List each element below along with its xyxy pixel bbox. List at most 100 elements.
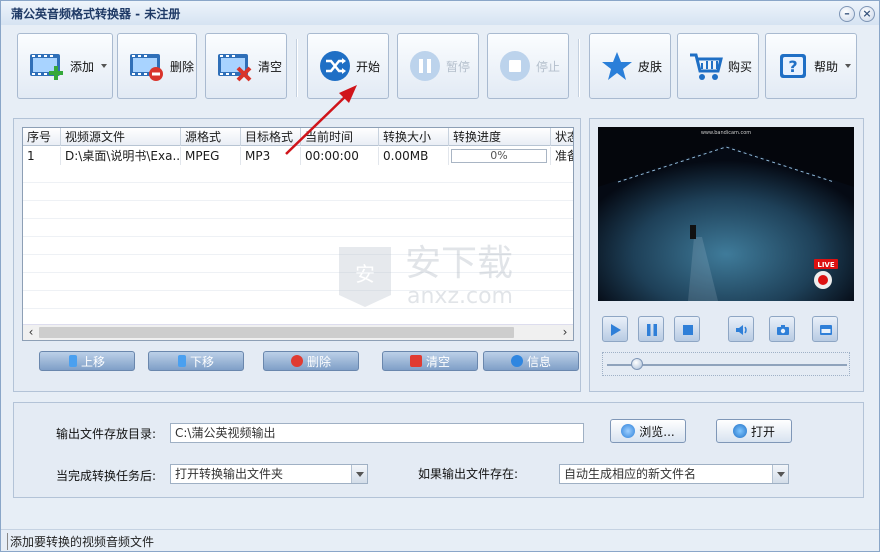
move-down-label: 下移	[189, 354, 214, 369]
skin-button[interactable]: 皮肤	[589, 33, 671, 99]
window-title: 蒲公英音频格式转换器 - 未注册	[11, 7, 181, 21]
file-exists-select[interactable]: 自动生成相应的新文件名	[559, 464, 789, 484]
delete-label: 删除	[170, 59, 195, 74]
start-button[interactable]: 开始	[307, 33, 389, 99]
list-delete-label: 删除	[306, 354, 331, 369]
move-up-button[interactable]: 上移	[39, 351, 135, 371]
chevron-down-icon[interactable]	[101, 64, 107, 68]
info-label: 信息	[526, 354, 551, 369]
browse-icon	[621, 424, 636, 438]
table-row[interactable]: 1 D:\桌面\说明书\Exa... MPEG MP3 00:00:00 0.0…	[23, 147, 573, 165]
seek-slider[interactable]	[602, 352, 850, 376]
help-label: 帮助	[814, 59, 839, 74]
toolbar-divider	[578, 39, 580, 97]
after-task-select[interactable]: 打开转换输出文件夹	[170, 464, 368, 484]
chevron-down-icon[interactable]	[845, 64, 851, 68]
play-button[interactable]	[602, 316, 628, 342]
info-icon	[510, 355, 523, 367]
status-bar: 添加要转换的视频音频文件	[1, 529, 879, 551]
chevron-down-icon[interactable]	[772, 465, 788, 483]
list-delete-button[interactable]: 删除	[263, 351, 359, 371]
column-header[interactable]: 状态	[551, 128, 573, 146]
scroll-left-icon[interactable]: ‹	[23, 325, 39, 340]
column-header[interactable]: 视频源文件	[61, 128, 181, 146]
column-header[interactable]: 源格式	[181, 128, 241, 146]
scroll-thumb[interactable]	[39, 327, 514, 338]
after-task-value: 打开转换输出文件夹	[175, 467, 284, 481]
horizontal-scrollbar[interactable]: ‹ ›	[23, 324, 573, 340]
stop-label: 停止	[536, 59, 561, 74]
toolbar-divider	[296, 39, 298, 97]
browse-label: 浏览...	[639, 424, 675, 439]
move-up-label: 上移	[80, 354, 105, 369]
player-stop-button[interactable]	[674, 316, 700, 342]
column-header[interactable]: 目标格式	[241, 128, 301, 146]
video-frame: www.bandicam.com LIVE	[598, 127, 854, 301]
fullscreen-button[interactable]	[812, 316, 838, 342]
status-text: 添加要转换的视频音频文件	[7, 533, 154, 550]
column-header[interactable]: 转换大小	[379, 128, 449, 146]
add-film-icon	[30, 54, 63, 80]
svg-text:安: 安	[355, 262, 375, 286]
buy-button[interactable]: 购买	[677, 33, 759, 99]
file-exists-label: 如果输出文件存在:	[418, 467, 519, 481]
pause-button[interactable]: 暂停	[397, 33, 479, 99]
pause-label: 暂停	[446, 59, 471, 74]
snapshot-button[interactable]	[769, 316, 795, 342]
video-preview[interactable]: www.bandicam.com LIVE	[598, 127, 854, 301]
stop-icon	[683, 325, 693, 335]
cell-status: 准备	[551, 147, 573, 165]
cell-size: 0.00MB	[379, 147, 449, 165]
help-icon: ?	[780, 54, 806, 78]
help-button[interactable]: ? 帮助	[765, 33, 857, 99]
seek-track	[607, 364, 847, 366]
screen-icon	[820, 325, 832, 335]
film-reel-icon	[732, 424, 747, 438]
live-badge: LIVE	[817, 261, 834, 269]
delete-film-icon	[130, 54, 163, 81]
watermark: 安 安下载 anxz.com	[333, 237, 563, 311]
chevron-down-icon[interactable]	[351, 465, 367, 483]
seek-knob[interactable]	[631, 358, 643, 370]
progress-bar: 0%	[451, 149, 547, 163]
after-task-label: 当完成转换任务后:	[56, 469, 157, 483]
video-caption: www.bandicam.com	[701, 130, 751, 136]
app-window: 蒲公英音频格式转换器 - 未注册 – × 添加 删除 清空 开始 暂停 停止 皮…	[0, 0, 880, 552]
output-settings-panel: 输出文件存放目录: C:\蒲公英视频输出 浏览... 打开 当完成转换任务后: …	[13, 402, 864, 498]
clear-x-icon	[409, 355, 422, 367]
column-header[interactable]: 当前时间	[301, 128, 379, 146]
cell-source: D:\桌面\说明书\Exa...	[61, 147, 181, 165]
open-button[interactable]: 打开	[716, 419, 792, 443]
shuffle-start-icon	[320, 51, 350, 81]
clear-button[interactable]: 清空	[205, 33, 287, 99]
browse-button[interactable]: 浏览...	[610, 419, 686, 443]
list-clear-label: 清空	[425, 354, 450, 369]
close-button[interactable]: ×	[859, 6, 875, 22]
pause-icon	[410, 51, 440, 81]
column-header[interactable]: 序号	[23, 128, 61, 146]
table-header: 序号 视频源文件 源格式 目标格式 当前时间 转换大小 转换进度 状态	[23, 128, 573, 146]
title-bar: 蒲公英音频格式转换器 - 未注册 – ×	[1, 1, 879, 25]
add-button[interactable]: 添加	[17, 33, 113, 99]
info-button[interactable]: 信息	[483, 351, 579, 371]
buy-label: 购买	[728, 59, 753, 74]
delete-button[interactable]: 删除	[117, 33, 197, 99]
open-label: 打开	[750, 424, 775, 439]
cell-src-format: MPEG	[181, 147, 241, 165]
move-down-button[interactable]: 下移	[148, 351, 244, 371]
minimize-button[interactable]: –	[839, 6, 855, 22]
column-header[interactable]: 转换进度	[449, 128, 551, 146]
volume-button[interactable]	[728, 316, 754, 342]
list-clear-button[interactable]: 清空	[382, 351, 478, 371]
output-dir-label: 输出文件存放目录:	[56, 427, 157, 441]
speaker-icon	[736, 325, 747, 335]
watermark-text: 安下载	[405, 243, 513, 284]
stop-button[interactable]: 停止	[487, 33, 569, 99]
player-pause-button[interactable]	[638, 316, 664, 342]
cell-dst-format: MP3	[241, 147, 301, 165]
cell-time: 00:00:00	[301, 147, 379, 165]
svg-text:?: ?	[788, 57, 797, 76]
watermark-url: anxz.com	[407, 284, 513, 309]
scroll-right-icon[interactable]: ›	[557, 325, 573, 340]
output-dir-field[interactable]: C:\蒲公英视频输出	[170, 423, 584, 443]
